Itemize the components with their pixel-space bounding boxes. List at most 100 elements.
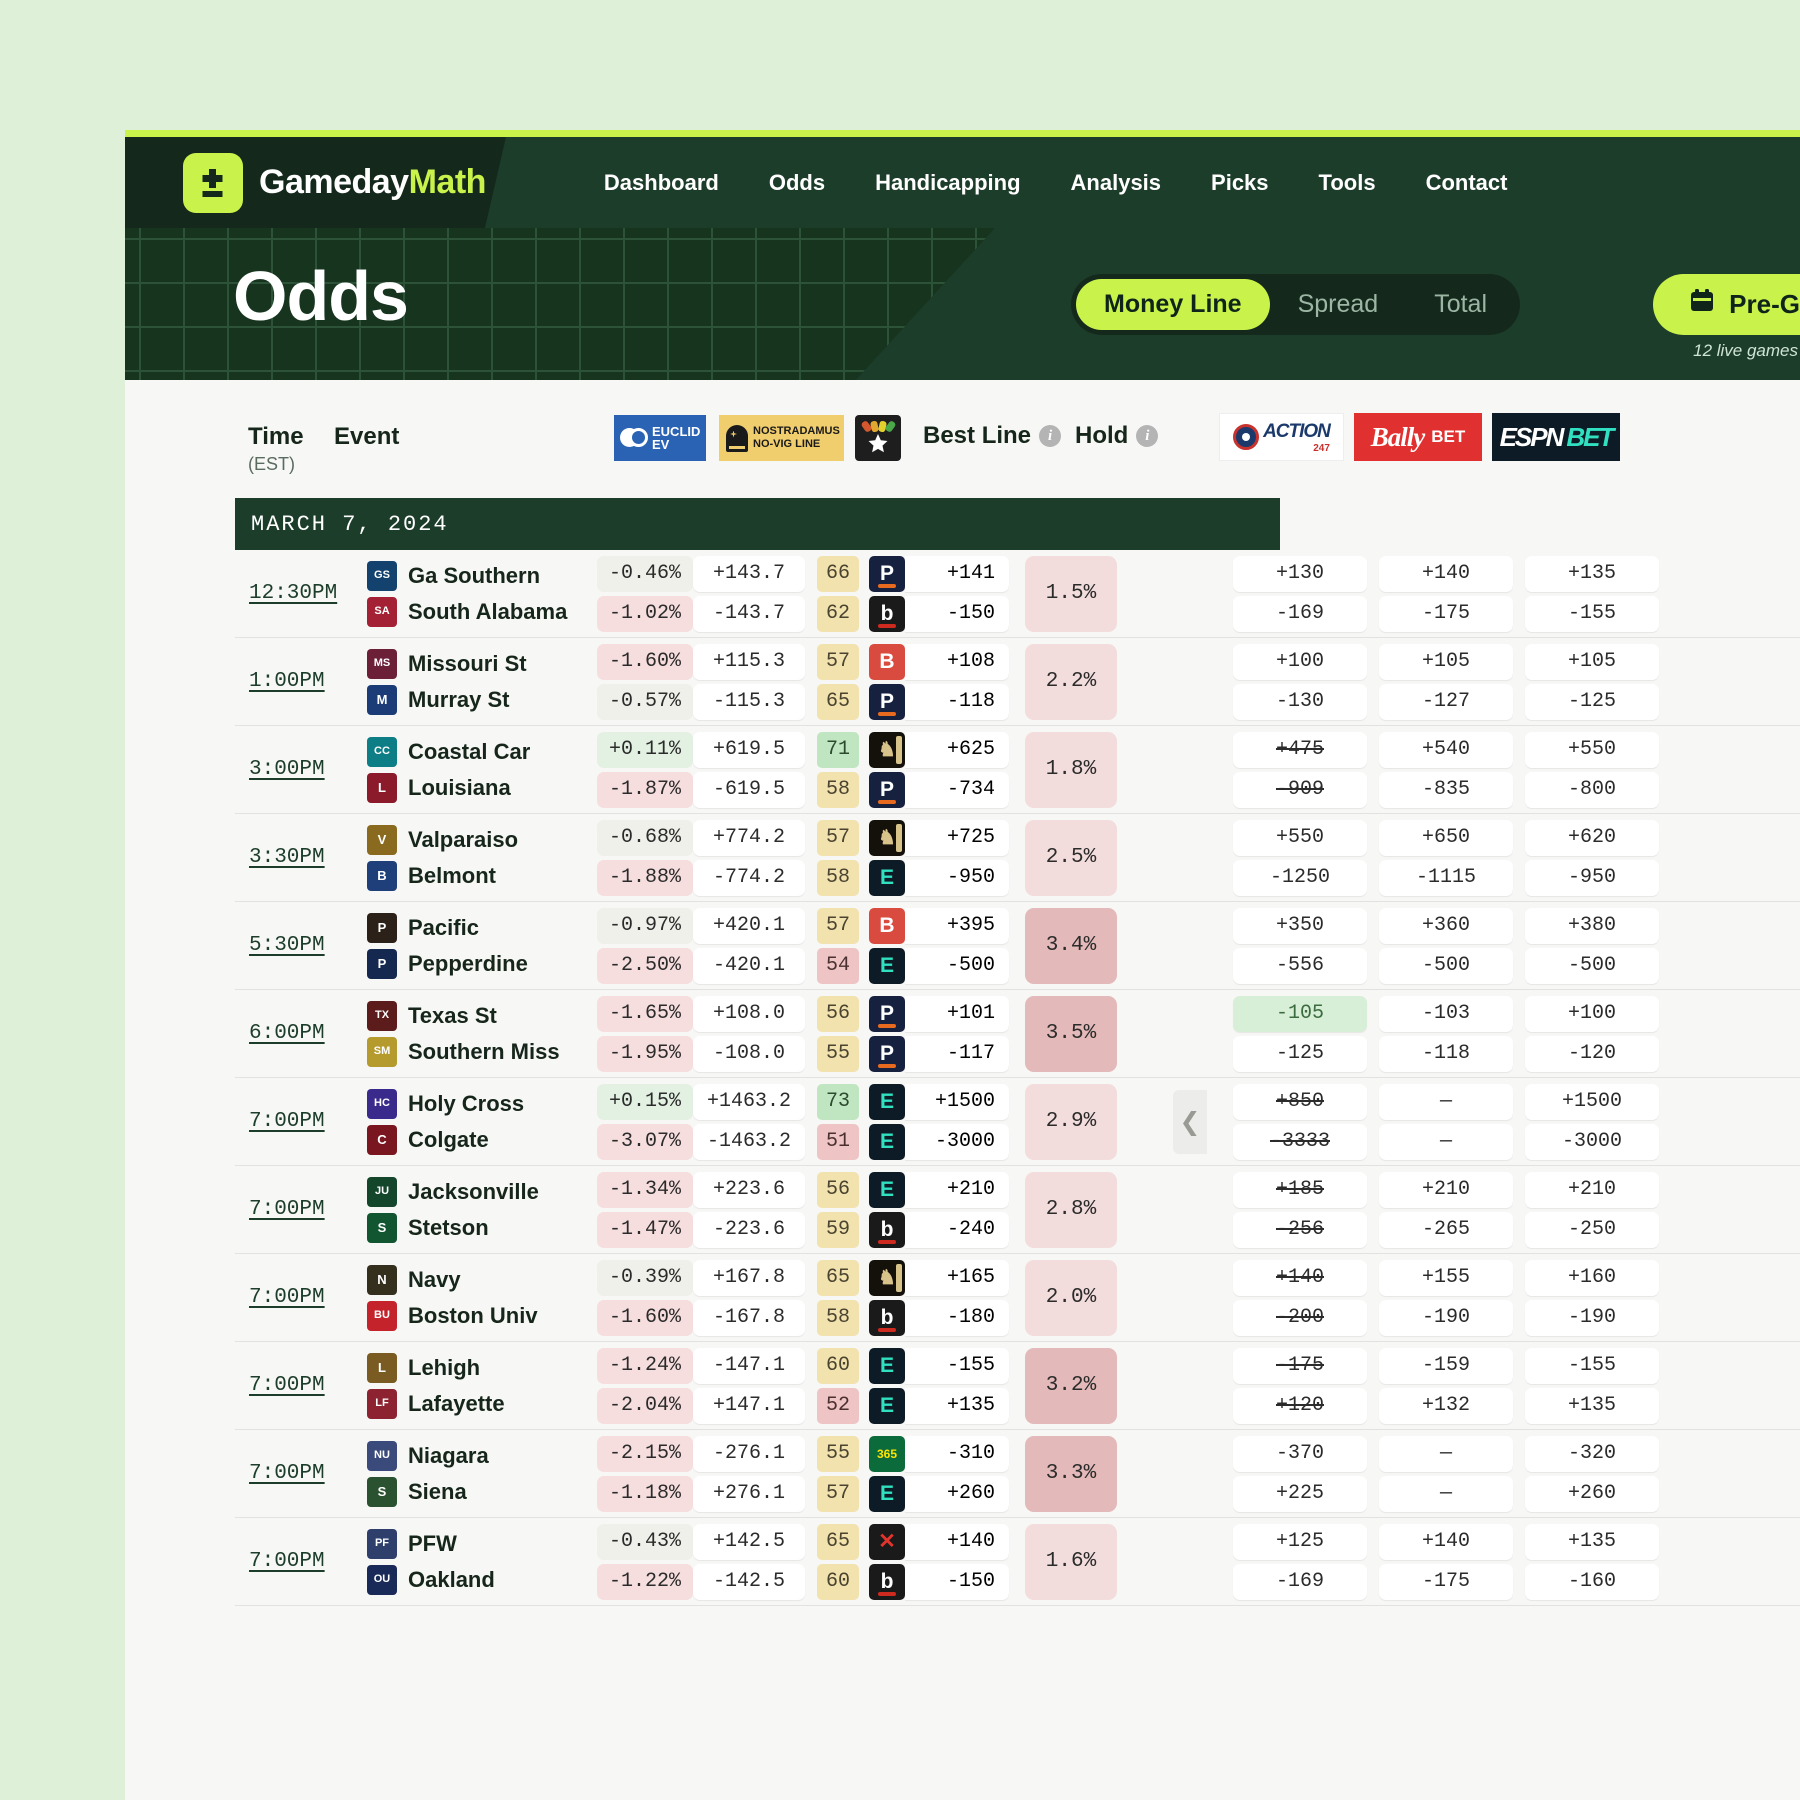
- best-line-cell[interactable]: E +1500: [869, 1083, 1009, 1120]
- team-line[interactable]: N Navy: [367, 1262, 597, 1298]
- sportsbook-odds-cell[interactable]: +475: [1233, 731, 1367, 768]
- sportsbook-odds-cell[interactable]: -556: [1233, 947, 1367, 984]
- action-247-logo[interactable]: ACTION 247: [1219, 413, 1344, 461]
- espnbet-book-icon[interactable]: E: [869, 1083, 905, 1120]
- sportsbook-odds-cell[interactable]: -130: [1233, 683, 1367, 720]
- nostradamus-logo[interactable]: NOSTRADAMUS NO-VIG LINE: [719, 415, 844, 461]
- pointsbet-book-icon[interactable]: P: [869, 683, 905, 720]
- tab-total[interactable]: Total: [1406, 279, 1515, 330]
- chevron-left-icon[interactable]: ❮: [1173, 1090, 1207, 1154]
- sportsbook-odds-cell[interactable]: -155: [1525, 595, 1659, 632]
- sportsbook-odds-cell[interactable]: +360: [1379, 907, 1513, 944]
- sportsbook-odds-cell[interactable]: +1500: [1525, 1083, 1659, 1120]
- pointsbet-book-icon[interactable]: P: [869, 1035, 905, 1072]
- sportsbook-odds-cell[interactable]: -950: [1525, 859, 1659, 896]
- sportsbook-odds-cell[interactable]: +160: [1525, 1259, 1659, 1296]
- betrivers-book-icon[interactable]: b: [869, 1211, 905, 1248]
- team-line[interactable]: TX Texas St: [367, 998, 597, 1034]
- caesars-book-icon[interactable]: ♞: [869, 819, 905, 856]
- best-line-cell[interactable]: P -118: [869, 683, 1009, 720]
- sportsbook-odds-cell[interactable]: -125: [1525, 683, 1659, 720]
- nav-item-odds[interactable]: Odds: [769, 170, 825, 196]
- game-time[interactable]: 7:00PM: [249, 1286, 367, 1309]
- game-row[interactable]: 12:30PM GS Ga Southern SA South Alabama -0.46…: [235, 550, 1280, 638]
- sportsbook-odds-cell[interactable]: +350: [1233, 907, 1367, 944]
- team-line[interactable]: BU Boston Univ: [367, 1298, 597, 1334]
- sportsbook-odds-cell[interactable]: -175: [1379, 1563, 1513, 1600]
- pointsbet-book-icon[interactable]: P: [869, 995, 905, 1032]
- sportsbook-odds-cell[interactable]: -103: [1379, 995, 1513, 1032]
- espnbet-book-icon[interactable]: E: [869, 947, 905, 984]
- sportsbook-odds-cell[interactable]: +540: [1379, 731, 1513, 768]
- game-time[interactable]: 7:00PM: [249, 1550, 367, 1573]
- sportsbook-odds-cell[interactable]: -250: [1525, 1211, 1659, 1248]
- sportsbook-odds-cell[interactable]: -320: [1525, 1435, 1659, 1472]
- sportsbook-odds-cell[interactable]: -175: [1233, 1347, 1367, 1384]
- best-line-cell[interactable]: 365 -310: [869, 1435, 1009, 1472]
- best-line-cell[interactable]: ♞ +725: [869, 819, 1009, 856]
- game-time[interactable]: 6:00PM: [249, 1022, 367, 1045]
- sportsbook-odds-cell[interactable]: +210: [1379, 1171, 1513, 1208]
- sportsbook-odds-cell[interactable]: -160: [1525, 1563, 1659, 1600]
- sportsbook-odds-cell[interactable]: -127: [1379, 683, 1513, 720]
- pre-game-button[interactable]: Pre-Game: [1653, 274, 1800, 335]
- sportsbook-odds-cell[interactable]: +850: [1233, 1083, 1367, 1120]
- nav-item-picks[interactable]: Picks: [1211, 170, 1269, 196]
- sportsbook-odds-cell[interactable]: -3000: [1525, 1123, 1659, 1160]
- game-row[interactable]: 7:00PM N Navy BU Boston Univ -0.39% -1.60% +167…: [235, 1254, 1280, 1342]
- team-line[interactable]: JU Jacksonville: [367, 1174, 597, 1210]
- bet365-book-icon[interactable]: 365: [869, 1435, 905, 1472]
- nav-item-tools[interactable]: Tools: [1319, 170, 1376, 196]
- sportsbook-odds-cell[interactable]: +132: [1379, 1387, 1513, 1424]
- sportsbook-odds-cell[interactable]: +260: [1525, 1475, 1659, 1512]
- sportsbook-odds-cell[interactable]: -190: [1379, 1299, 1513, 1336]
- euclid-ev-logo[interactable]: EUCLID EV: [614, 415, 706, 461]
- game-time[interactable]: 7:00PM: [249, 1462, 367, 1485]
- betrivers-book-icon[interactable]: b: [869, 1299, 905, 1336]
- sportsbook-odds-cell[interactable]: -370: [1233, 1435, 1367, 1472]
- game-time[interactable]: 7:00PM: [249, 1198, 367, 1221]
- best-line-cell[interactable]: E +135: [869, 1387, 1009, 1424]
- betmgm-book-icon[interactable]: B: [869, 643, 905, 680]
- team-line[interactable]: LF Lafayette: [367, 1386, 597, 1422]
- star-rating-icon[interactable]: [855, 415, 901, 461]
- team-line[interactable]: MS Missouri St: [367, 646, 597, 682]
- best-line-cell[interactable]: E -155: [869, 1347, 1009, 1384]
- sportsbook-odds-cell[interactable]: -159: [1379, 1347, 1513, 1384]
- sportsbook-odds-cell[interactable]: +140: [1379, 555, 1513, 592]
- team-line[interactable]: B Belmont: [367, 858, 597, 894]
- nav-item-contact[interactable]: Contact: [1426, 170, 1508, 196]
- team-line[interactable]: P Pepperdine: [367, 946, 597, 982]
- sportsbook-odds-cell[interactable]: -500: [1525, 947, 1659, 984]
- team-line[interactable]: L Louisiana: [367, 770, 597, 806]
- caesars-book-icon[interactable]: ♞: [869, 1259, 905, 1296]
- sportsbook-odds-cell[interactable]: -500: [1379, 947, 1513, 984]
- game-time[interactable]: 7:00PM: [249, 1110, 367, 1133]
- sportsbook-odds-cell[interactable]: +155: [1379, 1259, 1513, 1296]
- pointsbet-book-icon[interactable]: P: [869, 771, 905, 808]
- best-line-cell[interactable]: B +395: [869, 907, 1009, 944]
- caesars-book-icon[interactable]: ♞: [869, 731, 905, 768]
- game-time[interactable]: 3:30PM: [249, 846, 367, 869]
- nav-item-analysis[interactable]: Analysis: [1071, 170, 1162, 196]
- best-line-cell[interactable]: P -734: [869, 771, 1009, 808]
- game-row[interactable]: 5:30PM P Pacific P Pepperdine -0.97% -2.50% +42…: [235, 902, 1280, 990]
- best-line-cell[interactable]: b -240: [869, 1211, 1009, 1248]
- game-time[interactable]: 5:30PM: [249, 934, 367, 957]
- sportsbook-odds-cell[interactable]: —: [1379, 1475, 1513, 1512]
- game-row[interactable]: 7:00PM HC Holy Cross C Colgate +0.15% -3.07% +1…: [235, 1078, 1280, 1166]
- game-time[interactable]: 1:00PM: [249, 670, 367, 693]
- espnbet-book-icon[interactable]: E: [869, 1475, 905, 1512]
- espnbet-book-icon[interactable]: E: [869, 1387, 905, 1424]
- betmgm-book-icon[interactable]: B: [869, 907, 905, 944]
- sportsbook-odds-cell[interactable]: +100: [1233, 643, 1367, 680]
- sportsbook-odds-cell[interactable]: -169: [1233, 1563, 1367, 1600]
- game-row[interactable]: 1:00PM MS Missouri St M Murray St -1.60% -0.57…: [235, 638, 1280, 726]
- sportsbook-odds-cell[interactable]: -835: [1379, 771, 1513, 808]
- sportsbook-odds-cell[interactable]: +120: [1233, 1387, 1367, 1424]
- nav-item-handicapping[interactable]: Handicapping: [875, 170, 1020, 196]
- pointsbet-book-icon[interactable]: P: [869, 555, 905, 592]
- game-row[interactable]: 6:00PM TX Texas St SM Southern Miss -1.65% -1.…: [235, 990, 1280, 1078]
- game-row[interactable]: 3:00PM CC Coastal Car L Louisiana +0.11% -1.87…: [235, 726, 1280, 814]
- sportsbook-odds-cell[interactable]: -800: [1525, 771, 1659, 808]
